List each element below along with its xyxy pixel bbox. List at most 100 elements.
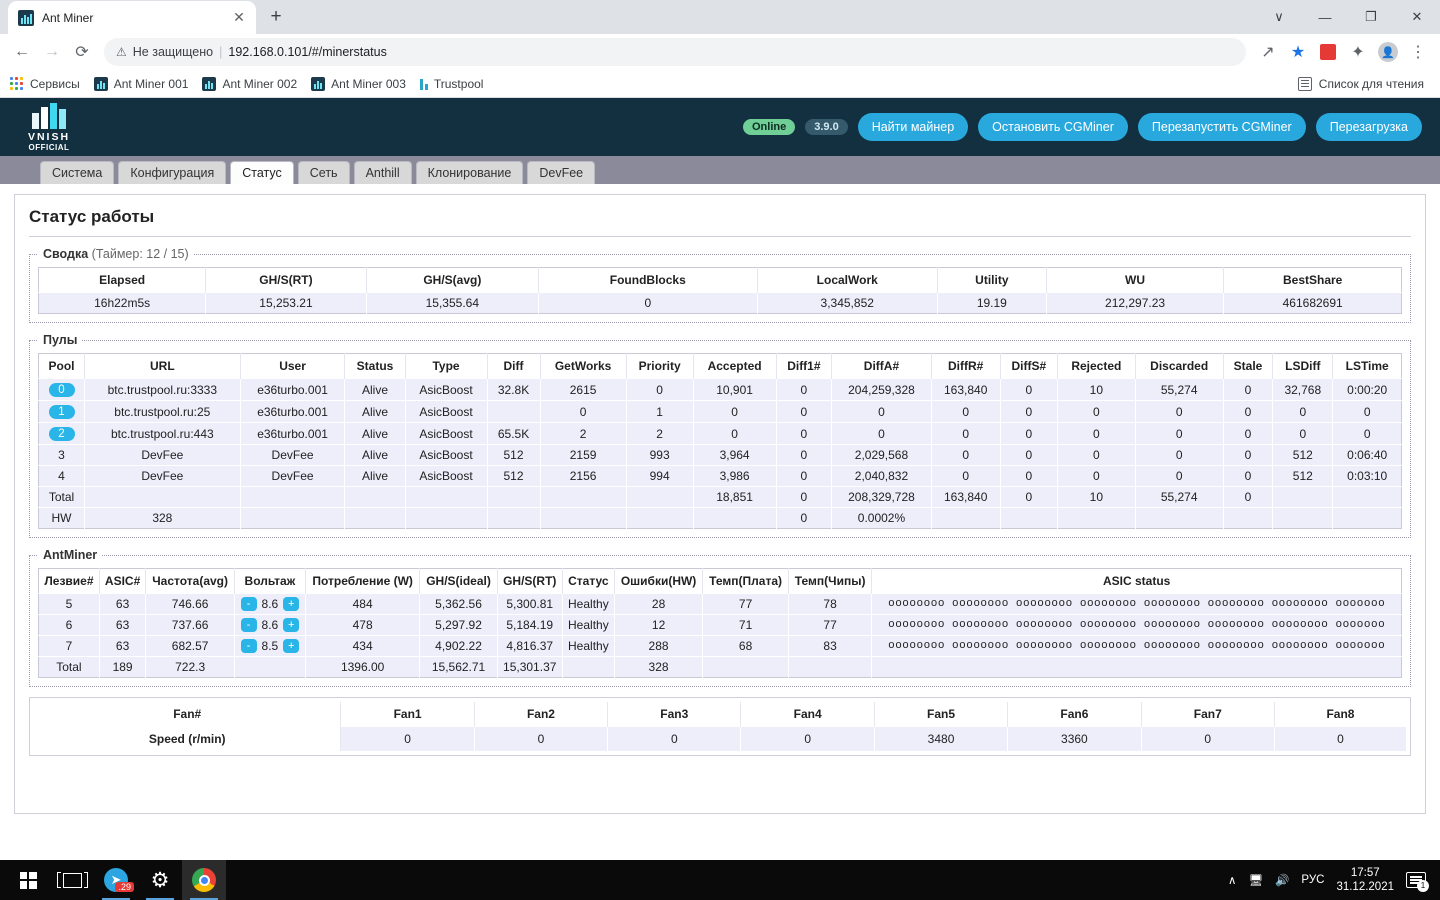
table-row: Total 18,851 0 208,329,728 163,840 0 10 55,274 0: [38, 486, 1402, 508]
pool-cell: [1332, 486, 1402, 508]
reboot-button[interactable]: Перезагрузка: [1315, 113, 1422, 141]
tab-configuration[interactable]: Конфигурация: [118, 160, 227, 184]
status-badge: Online: [742, 119, 796, 135]
summary-cell: 0: [538, 292, 758, 314]
column-header: Потребление (W): [305, 568, 421, 594]
stop-cgminer-button[interactable]: Остановить CGMiner: [978, 113, 1128, 141]
pool-cell: 163,840: [931, 486, 1001, 508]
voltage-decrease-button[interactable]: -: [240, 597, 257, 611]
frequency-avg: 682.57: [145, 635, 235, 657]
find-miner-button[interactable]: Найти майнер: [857, 113, 969, 141]
reload-icon[interactable]: ⟳: [68, 38, 96, 66]
voltage-decrease-button[interactable]: -: [240, 639, 257, 653]
address-bar[interactable]: ⚠ Не защищено | 192.168.0.101/#/minersta…: [104, 38, 1246, 66]
share-icon[interactable]: ↗: [1254, 38, 1282, 66]
bookmark-ant-miner-003[interactable]: Ant Miner 003: [311, 76, 406, 91]
voltage-stepper[interactable]: -8.5 +: [239, 639, 301, 653]
tab-anthill[interactable]: Anthill: [353, 160, 412, 184]
column-header: Stale: [1223, 353, 1274, 379]
pool-cell: 0: [931, 465, 1001, 487]
bookmark-star-icon[interactable]: ★: [1284, 38, 1312, 66]
taskbar-settings[interactable]: ⚙: [138, 860, 182, 900]
bookmark-trustpool[interactable]: Trustpool: [419, 77, 483, 91]
column-header: FoundBlocks: [538, 267, 758, 293]
asic-count: 63: [99, 593, 147, 615]
pool-cell: 0: [1223, 444, 1274, 466]
voltage-increase-button[interactable]: +: [283, 639, 300, 653]
column-header: LSDiff: [1272, 353, 1334, 379]
volume-icon[interactable]: 🔊: [1275, 873, 1289, 887]
forward-icon[interactable]: →: [38, 38, 66, 66]
pool-cell: Alive: [344, 400, 406, 423]
ghs-rt: 4,816.37: [497, 635, 563, 657]
pool-cell: 0: [1000, 465, 1059, 487]
pool-cell: btc.trustpool.ru:3333: [84, 378, 241, 401]
reading-list-button[interactable]: Список для чтения: [1297, 76, 1430, 91]
bookmark-services[interactable]: Сервисы: [10, 76, 80, 91]
tab-status[interactable]: Статус: [230, 160, 294, 184]
browser-tab-ant-miner[interactable]: Ant Miner ✕: [8, 1, 256, 34]
minimize-button[interactable]: —: [1302, 0, 1348, 34]
tab-cloning[interactable]: Клонирование: [415, 160, 524, 184]
summary-legend-label: Сводка: [43, 247, 89, 261]
task-view-button[interactable]: [50, 860, 94, 900]
voltage-value: 8.6: [261, 618, 279, 632]
start-button[interactable]: [6, 860, 50, 900]
summary-header-row: Elapsed GH/S(RT) GH/S(avg) FoundBlocks Local…: [38, 267, 1402, 293]
extension-icon-red[interactable]: [1314, 38, 1342, 66]
power-consumption: 1396.00: [305, 656, 421, 678]
pool-cell: 994: [626, 465, 694, 487]
tab-devfee[interactable]: DevFee: [527, 160, 596, 184]
language-indicator[interactable]: РУС: [1301, 874, 1324, 886]
bookmark-ant-miner-001[interactable]: Ant Miner 001: [93, 76, 188, 91]
column-header: BestShare: [1223, 267, 1402, 293]
summary-cell: 15,253.21: [205, 292, 367, 314]
new-tab-button[interactable]: +: [262, 3, 290, 31]
pool-index-badge[interactable]: 2: [48, 427, 75, 441]
pool-cell: 2156: [540, 465, 627, 487]
tray-expand-icon[interactable]: ∧: [1228, 873, 1236, 887]
column-header: Ошибки(HW): [614, 568, 704, 594]
pool-index-badge[interactable]: 0: [48, 383, 75, 397]
pool-index-badge[interactable]: 1: [48, 405, 75, 419]
close-window-button[interactable]: ✕: [1394, 0, 1440, 34]
pool-cell: 204,259,328: [831, 378, 932, 401]
pool-cell: 55,274: [1135, 486, 1224, 508]
extensions-puzzle-icon[interactable]: ✦: [1344, 38, 1372, 66]
pool-cell: 0: [931, 422, 1001, 445]
bookmark-ant-miner-002[interactable]: Ant Miner 002: [202, 76, 297, 91]
status-panel: Статус работы Сводка (Таймер: 12 / 15) E…: [14, 194, 1426, 814]
voltage-stepper[interactable]: -8.6 +: [239, 618, 301, 632]
task-view-icon: [56, 871, 88, 889]
tab-network[interactable]: Сеть: [297, 160, 350, 184]
pool-cell: 0: [776, 507, 833, 529]
network-icon[interactable]: 🖥: [1248, 873, 1263, 887]
voltage-increase-button[interactable]: +: [283, 618, 300, 632]
voltage-increase-button[interactable]: +: [283, 597, 300, 611]
logo-subtext: OFFICIAL: [28, 142, 70, 152]
close-tab-icon[interactable]: ✕: [230, 9, 248, 27]
pool-cell: 0: [1057, 465, 1136, 487]
browser-menu-icon[interactable]: ⋮: [1404, 38, 1432, 66]
restart-cgminer-button[interactable]: Перезапустить CGMiner: [1137, 113, 1306, 141]
clock[interactable]: 17:57 31.12.2021: [1336, 866, 1394, 895]
profile-avatar[interactable]: 👤: [1374, 38, 1402, 66]
pool-cell: [487, 486, 541, 508]
back-icon[interactable]: ←: [8, 38, 36, 66]
pool-cell: 0: [831, 400, 932, 423]
fan-speed: 3360: [1007, 726, 1142, 751]
voltage-stepper[interactable]: -8.6 +: [239, 597, 301, 611]
ghs-ideal: 5,297.92: [419, 614, 498, 636]
bookmark-label: Сервисы: [30, 76, 80, 91]
system-tray: ∧ 🖥 🔊 РУС 17:57 31.12.2021 1: [1228, 866, 1434, 895]
tab-search-icon[interactable]: ∨: [1256, 0, 1302, 34]
voltage-decrease-button[interactable]: -: [240, 618, 257, 632]
tab-system[interactable]: Система: [40, 160, 115, 184]
action-center-icon[interactable]: 1: [1406, 872, 1429, 892]
clock-date: 31.12.2021: [1336, 881, 1394, 893]
taskbar-telegram[interactable]: ➤ .29: [94, 860, 138, 900]
taskbar-chrome[interactable]: [182, 860, 226, 900]
maximize-button[interactable]: ❐: [1348, 0, 1394, 34]
pool-cell: [487, 507, 541, 529]
fan-speed: 0: [474, 726, 609, 751]
